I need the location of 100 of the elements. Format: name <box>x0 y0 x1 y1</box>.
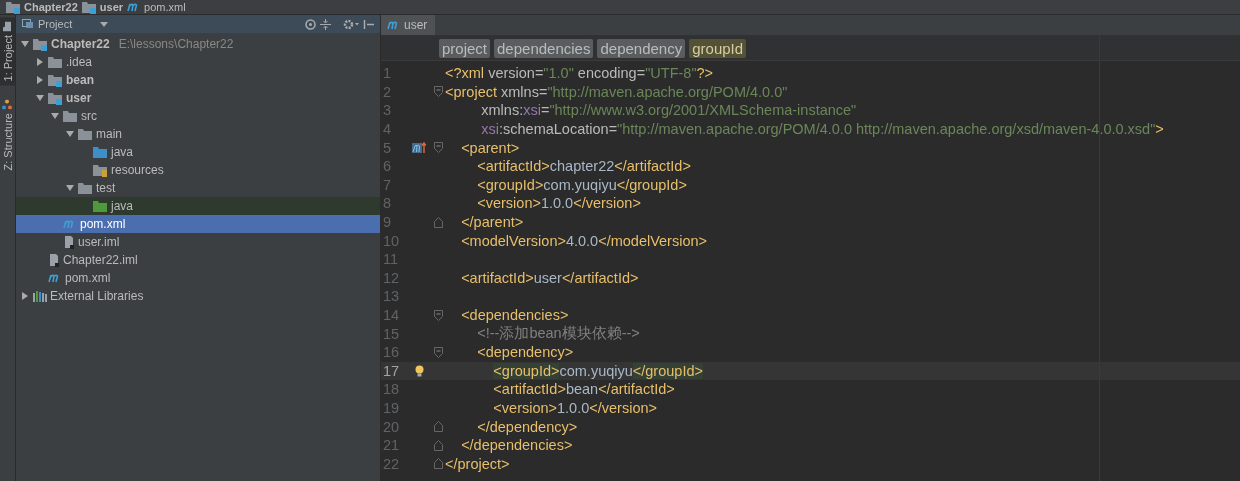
xml-path-crumb[interactable]: dependencies <box>494 38 594 58</box>
code-text: <groupId>com.yuqiyu</groupId> <box>476 176 688 193</box>
tree-item-label: pom.xml <box>65 271 111 285</box>
code-text: <!--添加bean模块依赖--> <box>476 324 641 344</box>
breadcrumb[interactable]: user <box>99 0 124 14</box>
code-text: <modelVersion>4.0.0</modelVersion> <box>460 232 708 249</box>
tree-row[interactable]: java <box>16 143 380 161</box>
expanded-arrow-icon[interactable] <box>21 40 29 48</box>
tree-row[interactable]: Chapter22.iml <box>16 251 380 269</box>
line-number: 7 <box>382 176 393 193</box>
folder-icon <box>48 55 63 69</box>
code-text: <version>1.0.0</version> <box>492 400 658 416</box>
override-marker-icon[interactable] <box>412 141 426 154</box>
code-text: <artifactId>bean</artifactId> <box>492 381 676 398</box>
tab-label: user <box>404 18 428 32</box>
fold-marker-icon[interactable] <box>433 142 443 154</box>
dropdown-caret-icon[interactable] <box>100 21 109 27</box>
tree-item-label: Chapter22 <box>51 37 110 51</box>
line-number: 11 <box>382 251 400 268</box>
breadcrumb[interactable]: pom.xml <box>144 0 186 14</box>
folder-icon <box>93 163 108 177</box>
collapsed-arrow-icon[interactable] <box>36 76 44 84</box>
fold-end-marker-icon[interactable] <box>433 421 443 433</box>
tree-row[interactable]: .idea <box>16 53 380 71</box>
expanded-arrow-icon[interactable] <box>51 112 59 120</box>
xml-path-crumb[interactable]: dependency <box>597 38 686 58</box>
folder-icon <box>2 21 13 31</box>
folder-icon <box>78 127 93 141</box>
expanded-arrow-icon[interactable] <box>66 130 74 138</box>
line-number: 16 <box>382 344 401 361</box>
tree-item-label: java <box>111 145 133 159</box>
line-number: 4 <box>382 121 393 138</box>
tree-item-label: main <box>96 127 122 141</box>
line-number: 8 <box>382 195 393 212</box>
tree-item-label: Chapter22.iml <box>63 253 138 267</box>
tree-item-label: user <box>66 91 92 105</box>
module-folder-icon <box>6 0 21 14</box>
breadcrumb[interactable]: Chapter22 <box>24 0 78 14</box>
libraries-icon <box>33 290 47 302</box>
line-number: 20 <box>382 418 401 435</box>
fold-marker-icon[interactable] <box>433 309 443 321</box>
code-text: xsi:schemaLocation="http://maven.apache.org/POM/4.0.0 http://maven.apache.org/xsd/maven-4.0.0.xsd"> <box>480 121 1165 138</box>
code-text: <?xml version="1.0" encoding="UTF-8"?> <box>445 65 715 82</box>
line-number: 6 <box>382 158 393 175</box>
module-folder-icon <box>81 0 97 14</box>
tree-item-label: .idea <box>66 55 93 69</box>
tree-row[interactable]: user.iml <box>16 233 380 251</box>
tool-window-tab[interactable]: Z: Structure <box>0 95 15 175</box>
tree-row[interactable]: pom.xml <box>16 215 380 233</box>
xml-path-crumb[interactable]: project <box>439 38 491 58</box>
fold-end-marker-icon[interactable] <box>433 439 443 451</box>
folder-icon <box>63 109 78 123</box>
fold-end-marker-icon[interactable] <box>433 216 443 228</box>
fold-end-marker-icon[interactable] <box>433 458 443 470</box>
tree-row[interactable]: user <box>16 89 380 107</box>
code-text: </dependency> <box>476 418 579 435</box>
line-number: 19 <box>382 400 401 416</box>
line-number: 9 <box>382 214 393 231</box>
hide-panel-icon[interactable] <box>363 18 374 30</box>
line-number: 14 <box>382 307 401 323</box>
tree-row[interactable]: main <box>16 125 380 143</box>
tree-row[interactable]: bean <box>16 71 380 89</box>
tree-row[interactable]: pom.xml <box>16 269 380 287</box>
module-folder-icon <box>33 37 48 51</box>
locate-icon[interactable] <box>305 18 316 30</box>
line-number: 21 <box>382 437 401 454</box>
module-file-icon <box>63 235 75 249</box>
expanded-arrow-icon[interactable] <box>36 94 44 102</box>
collapse-icon[interactable] <box>320 18 331 30</box>
collapsed-arrow-icon[interactable] <box>21 292 29 300</box>
tree-row[interactable]: test <box>16 179 380 197</box>
editor-tab[interactable]: user <box>381 15 436 35</box>
expanded-arrow-icon[interactable] <box>66 184 74 192</box>
panel-title[interactable]: Project <box>38 18 73 30</box>
tree-row[interactable]: External Libraries <box>16 287 380 305</box>
folder-icon <box>78 181 93 195</box>
tree-item-label: test <box>96 181 116 195</box>
fold-marker-icon[interactable] <box>433 346 443 358</box>
tree-item-label: pom.xml <box>80 217 126 231</box>
tree-row[interactable]: src <box>16 107 380 125</box>
line-number: 1 <box>382 65 393 82</box>
module-folder-icon <box>48 73 63 87</box>
tree-item-label: user.iml <box>78 235 120 249</box>
line-number: 10 <box>382 232 401 249</box>
settings-icon[interactable] <box>343 18 359 30</box>
tree-row[interactable]: resources <box>16 161 380 179</box>
line-number: 15 <box>382 325 401 342</box>
lightbulb-icon[interactable] <box>414 364 424 377</box>
tool-window-tab[interactable]: 1: Project <box>0 17 15 86</box>
xml-path-crumb[interactable]: groupId <box>689 38 747 58</box>
path-note: E:\lessons\Chapter22 <box>118 37 234 51</box>
project-view-icon <box>22 19 34 29</box>
folder-icon <box>93 199 108 213</box>
line-number: 2 <box>382 83 393 100</box>
tree-row[interactable]: java <box>16 197 380 215</box>
collapsed-arrow-icon[interactable] <box>36 58 44 66</box>
tree-item-label: External Libraries <box>50 289 144 303</box>
tree-row[interactable]: Chapter22 E:\lessons\Chapter22 <box>16 35 380 53</box>
tree-item-label: bean <box>66 73 94 87</box>
fold-marker-icon[interactable] <box>433 86 443 98</box>
